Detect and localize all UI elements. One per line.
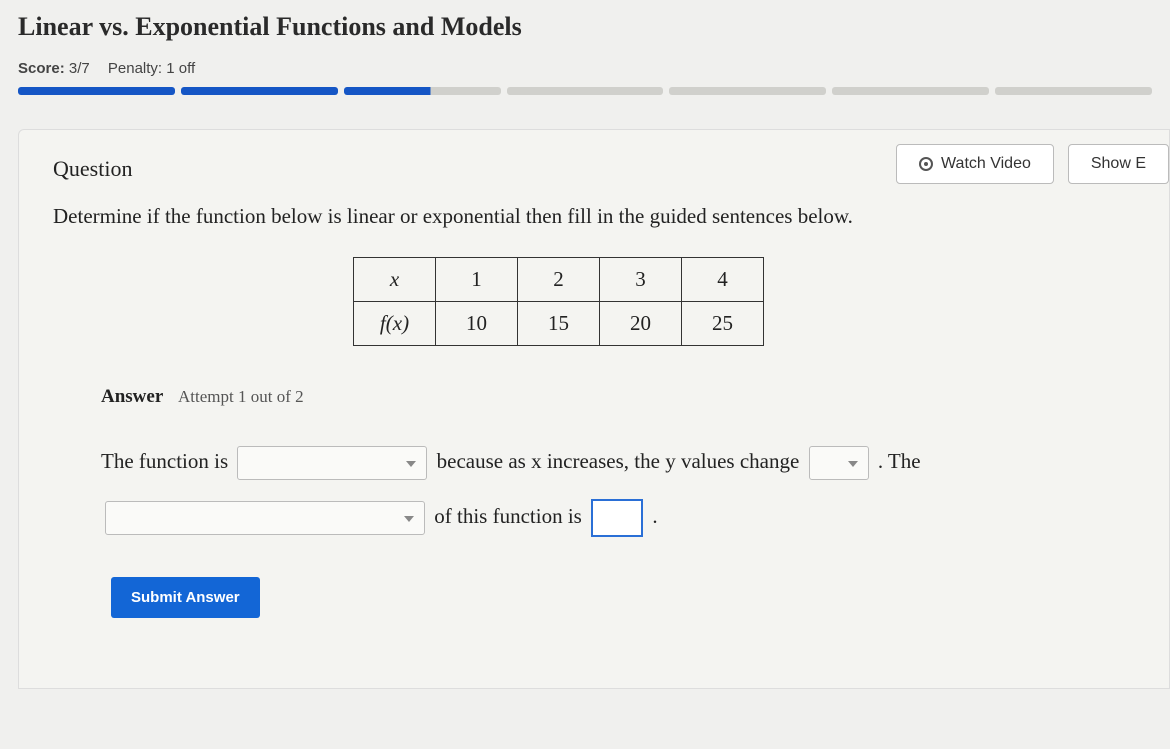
sentence-part5: . — [652, 504, 657, 528]
table-row: x 1 2 3 4 — [354, 258, 764, 302]
question-prompt: Determine if the function below is linea… — [53, 204, 1135, 229]
score-region: Score: 3/7 Penalty: 1 off — [0, 60, 1170, 103]
value-input[interactable] — [591, 499, 643, 537]
submit-answer-button[interactable]: Submit Answer — [111, 577, 260, 618]
table-cell: 25 — [682, 302, 764, 346]
score-value: 3/7 — [69, 60, 90, 77]
watch-video-button[interactable]: Watch Video — [896, 144, 1054, 184]
progress-seg — [181, 87, 338, 95]
progress-seg — [507, 87, 664, 95]
show-examples-button[interactable]: Show E — [1068, 144, 1169, 184]
show-examples-label: Show E — [1091, 155, 1146, 173]
table-cell: f(x) — [354, 302, 436, 346]
guided-sentence: The function is because as x increases, … — [101, 434, 1135, 543]
table-cell: 2 — [518, 258, 600, 302]
sentence-part2: because as x increases, the y values cha… — [437, 449, 800, 473]
table-cell: 4 — [682, 258, 764, 302]
table-cell: 15 — [518, 302, 600, 346]
answer-header: Answer Attempt 1 out of 2 — [101, 386, 1135, 408]
progress-seg — [832, 87, 989, 95]
table-cell: 10 — [436, 302, 518, 346]
answer-label: Answer — [101, 386, 163, 407]
table-row: f(x) 10 15 20 25 — [354, 302, 764, 346]
progress-seg — [18, 87, 175, 95]
quantity-select[interactable] — [105, 501, 425, 535]
watch-video-label: Watch Video — [941, 155, 1031, 173]
progress-seg — [344, 87, 501, 95]
function-type-select[interactable] — [237, 446, 427, 480]
sentence-part3: . The — [878, 449, 921, 473]
table-cell: 3 — [600, 258, 682, 302]
penalty-value: 1 off — [166, 60, 195, 77]
sentence-part4: of this function is — [434, 504, 582, 528]
penalty-label: Penalty: — [108, 60, 162, 77]
progress-seg — [995, 87, 1152, 95]
progress-bar — [18, 87, 1152, 95]
card-actions: Watch Video Show E — [896, 144, 1169, 184]
page-title: Linear vs. Exponential Functions and Mod… — [0, 0, 1170, 60]
change-type-select[interactable] — [809, 446, 869, 480]
score-text: Score: 3/7 Penalty: 1 off — [18, 60, 1152, 77]
sentence-part1: The function is — [101, 449, 228, 473]
function-table: x 1 2 3 4 f(x) 10 15 20 25 — [353, 257, 764, 346]
progress-seg — [669, 87, 826, 95]
attempt-text: Attempt 1 out of 2 — [178, 387, 304, 406]
table-cell: x — [354, 258, 436, 302]
question-card: Watch Video Show E Question Determine if… — [18, 129, 1170, 689]
table-cell: 1 — [436, 258, 518, 302]
table-cell: 20 — [600, 302, 682, 346]
score-label: Score: — [18, 60, 65, 77]
record-icon — [919, 157, 933, 171]
